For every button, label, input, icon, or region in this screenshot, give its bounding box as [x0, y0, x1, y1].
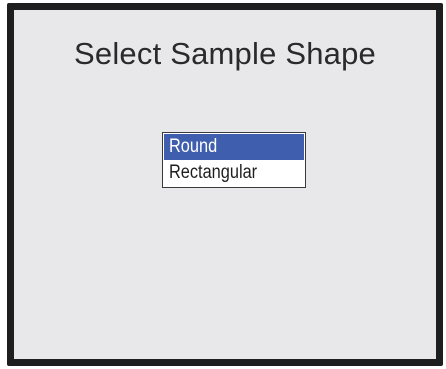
shape-option-rectangular[interactable]: Rectangular: [164, 160, 304, 186]
sample-shape-list[interactable]: Round Rectangular: [162, 132, 306, 188]
screen-title: Select Sample Shape: [74, 36, 376, 71]
shape-option-round[interactable]: Round: [164, 134, 304, 160]
screen-panel: Select Sample Shape Round Rectangular: [14, 10, 436, 359]
device-screen-bezel: Select Sample Shape Round Rectangular: [7, 3, 443, 366]
shape-option-label: Rectangular: [169, 162, 258, 183]
shape-option-label: Round: [169, 136, 218, 157]
